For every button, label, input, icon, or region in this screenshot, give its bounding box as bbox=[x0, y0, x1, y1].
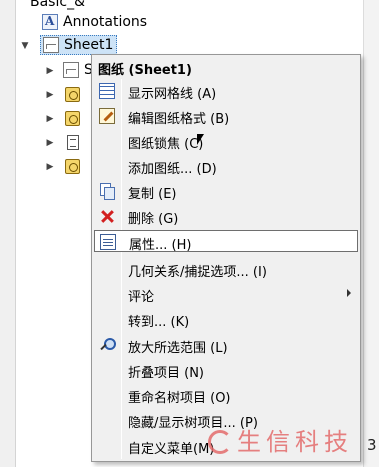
menu-item-label: 添加图纸... (D) bbox=[128, 162, 217, 177]
right-panel-fragment: 3 bbox=[367, 436, 377, 454]
child-expand-toggle-3[interactable]: ▶ bbox=[45, 114, 55, 124]
tree-item-top[interactable]: Basic_& bbox=[30, 0, 85, 12]
tree-item-annotations[interactable]: Annotations bbox=[42, 12, 147, 32]
delete-icon bbox=[99, 208, 115, 224]
drawing-view-icon bbox=[65, 86, 80, 102]
menu-item-lock-sheet-focus[interactable]: 图纸锁焦 (C) bbox=[94, 130, 358, 152]
zoom-icon bbox=[99, 337, 116, 353]
drawing-view-icon bbox=[65, 110, 80, 126]
drawing-view-icon bbox=[65, 158, 80, 174]
menu-item-label: 转到... (K) bbox=[128, 315, 190, 330]
sheet-collapse-toggle[interactable]: ▼ bbox=[20, 41, 30, 51]
menu-item-label: 折叠项目 (N) bbox=[128, 366, 205, 381]
child-expand-toggle-5[interactable]: ▶ bbox=[45, 162, 55, 172]
child-expand-toggle-4[interactable]: ▶ bbox=[45, 138, 55, 148]
tree-item-table[interactable] bbox=[67, 132, 84, 152]
annotations-icon bbox=[42, 14, 58, 30]
tree-item-view-1[interactable] bbox=[65, 84, 85, 104]
menu-item-label: 属性... (H) bbox=[129, 238, 192, 253]
menu-item-label: 复制 (E) bbox=[128, 187, 177, 202]
child-expand-toggle-2[interactable]: ▶ bbox=[45, 90, 55, 100]
tree-item-annotations-label: Annotations bbox=[63, 14, 148, 30]
tree-item-sheet1[interactable]: Sheet1 bbox=[40, 35, 118, 55]
menu-item-label: 显示网格线 (A) bbox=[128, 87, 217, 102]
menu-item-label: 删除 (G) bbox=[128, 212, 179, 227]
menu-title-label: 图纸 (Sheet1) bbox=[98, 63, 192, 78]
menu-item-label: 放大所选范围 (L) bbox=[128, 341, 228, 356]
menu-item-properties[interactable]: 属性... (H) bbox=[94, 230, 358, 253]
menu-item-label: 几何关系/捕捉选项... (I) bbox=[128, 265, 267, 280]
menu-item-edit-sheet-format[interactable]: 编辑图纸格式 (B) bbox=[94, 105, 358, 127]
tree-item-view-3[interactable] bbox=[65, 156, 85, 176]
menu-item-zoom-to-selection[interactable]: 放大所选范围 (L) bbox=[94, 334, 358, 356]
tree-left-gutter bbox=[0, 0, 16, 467]
menu-item-collapse-items[interactable]: 折叠项目 (N) bbox=[94, 359, 358, 381]
menu-item-comment[interactable]: 评论 bbox=[94, 283, 358, 305]
menu-item-label: 图纸锁焦 (C) bbox=[128, 137, 204, 152]
menu-item-add-sheet[interactable]: 添加图纸... (D) bbox=[94, 155, 358, 177]
menu-item-label: 重命名树项目 (O) bbox=[128, 391, 231, 406]
menu-item-show-grid[interactable]: 显示网格线 (A) bbox=[94, 80, 358, 102]
menu-item-label: 评论 bbox=[128, 290, 155, 305]
sheet-icon bbox=[43, 37, 59, 53]
tree-item-top-label: Basic_& bbox=[30, 0, 85, 10]
menu-item-delete[interactable]: 删除 (G) bbox=[94, 205, 358, 227]
table-icon bbox=[67, 134, 79, 150]
edit-format-icon bbox=[99, 108, 115, 124]
watermark-logo-icon bbox=[205, 428, 232, 454]
menu-title: 图纸 (Sheet1) bbox=[94, 56, 358, 78]
menu-item-relations-snaps[interactable]: 几何关系/捕捉选项... (I) bbox=[94, 258, 358, 280]
menu-item-copy[interactable]: 复制 (E) bbox=[94, 180, 358, 202]
context-menu: 图纸 (Sheet1) 显示网格线 (A) 编辑图纸格式 (B) 图纸锁焦 (C… bbox=[91, 54, 361, 462]
watermark: 生信科技 bbox=[205, 422, 353, 457]
right-panel-edge: 3 bbox=[363, 0, 379, 467]
menu-item-label: 编辑图纸格式 (B) bbox=[128, 112, 230, 127]
tree-item-sheet1-label: Sheet1 bbox=[64, 37, 114, 53]
child-expand-toggle-1[interactable]: ▶ bbox=[45, 66, 55, 76]
menu-item-label: 自定义菜单(M) bbox=[128, 442, 215, 457]
tree-item-view-2[interactable] bbox=[65, 108, 85, 128]
watermark-text: 生信科技 bbox=[237, 428, 353, 456]
tree-item-sheet-format[interactable]: S bbox=[63, 60, 93, 80]
submenu-arrow-icon bbox=[347, 289, 351, 297]
menu-item-go-to[interactable]: 转到... (K) bbox=[94, 308, 358, 330]
properties-icon bbox=[100, 234, 116, 250]
copy-icon bbox=[99, 183, 115, 200]
mouse-cursor-icon bbox=[197, 134, 204, 145]
grid-icon bbox=[99, 83, 115, 99]
sheet-format-icon bbox=[63, 62, 79, 78]
menu-item-rename-tree-item[interactable]: 重命名树项目 (O) bbox=[94, 384, 358, 406]
